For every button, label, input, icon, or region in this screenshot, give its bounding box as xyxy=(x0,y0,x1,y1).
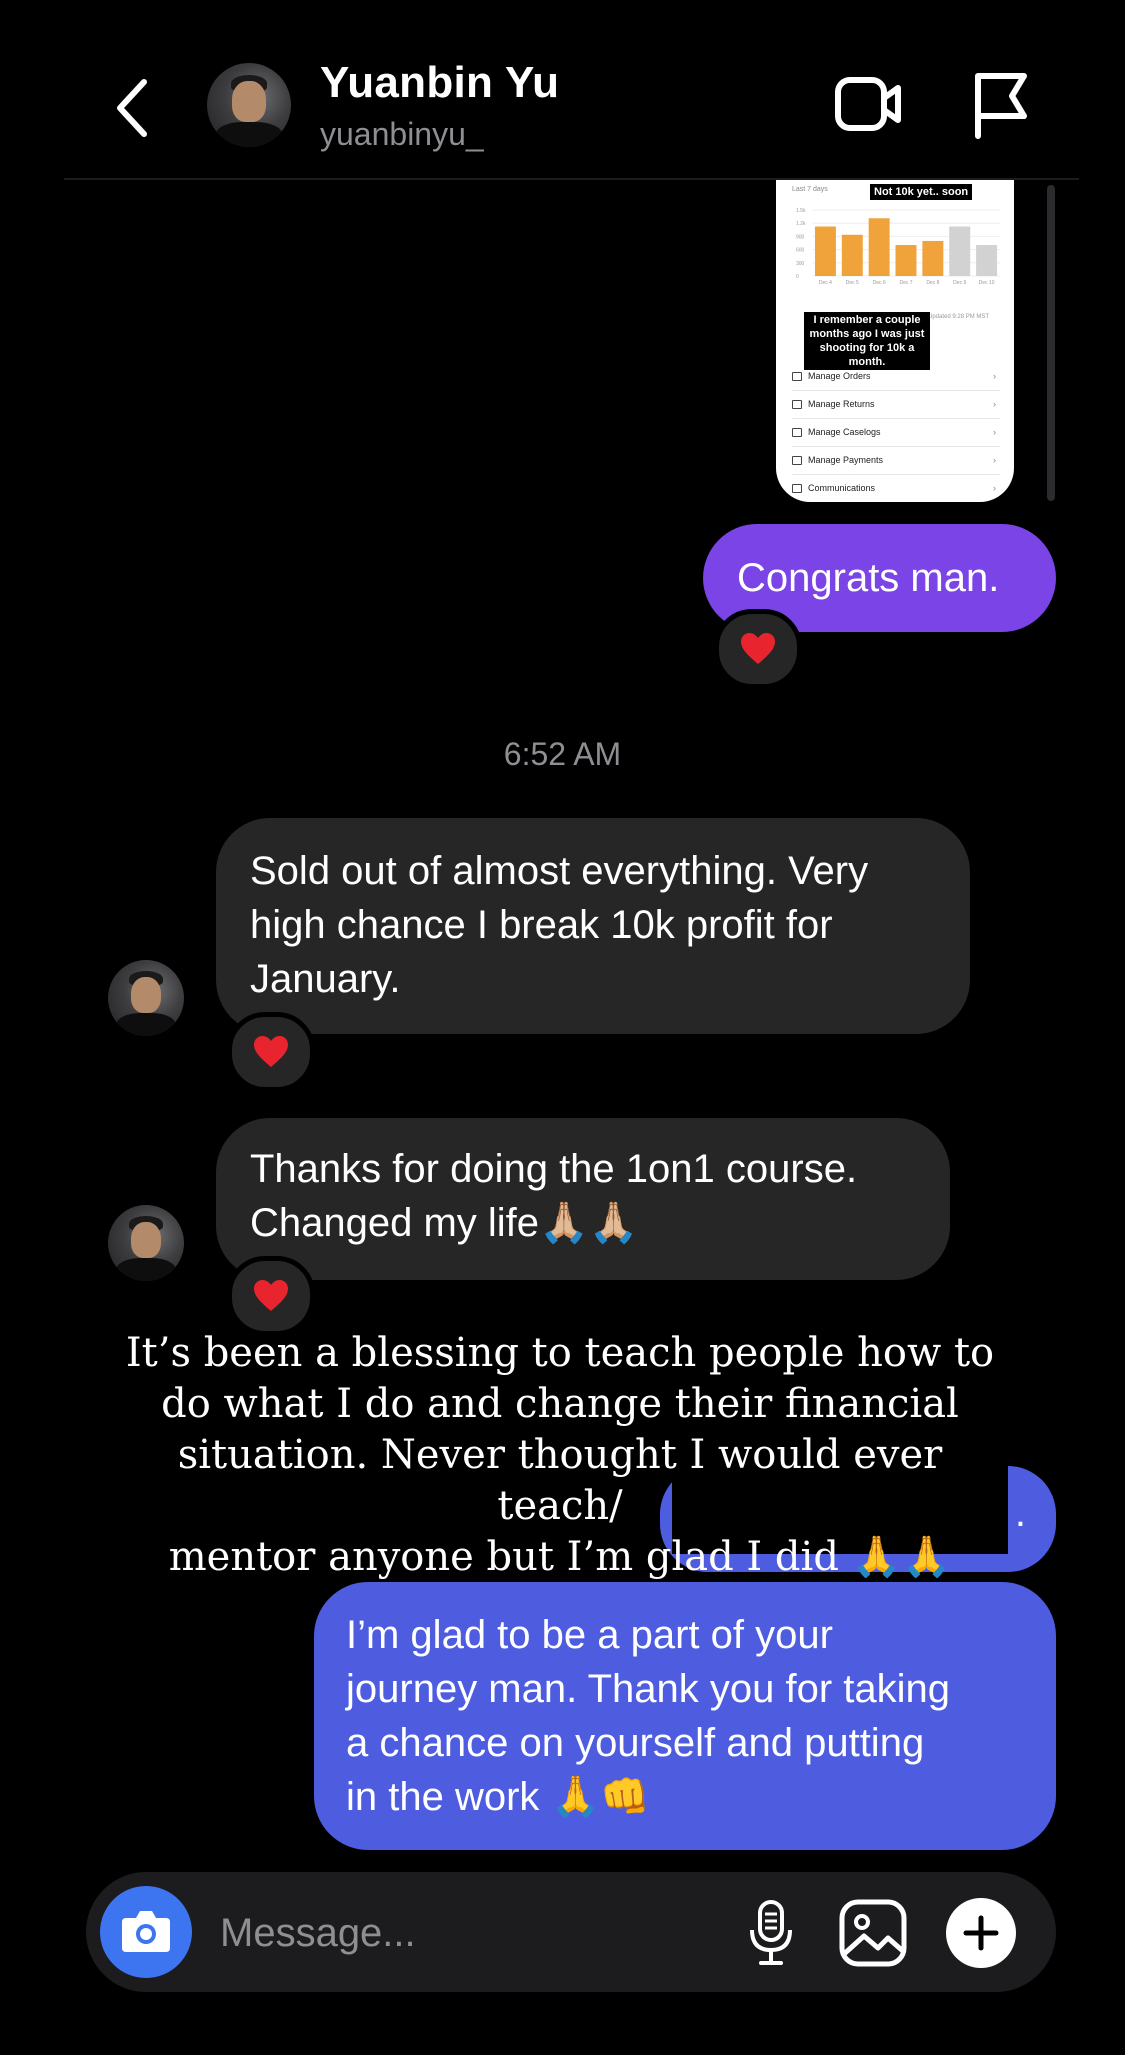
y-tick-label: 0 xyxy=(796,274,799,280)
x-tick-label: Dec 5 xyxy=(846,280,859,286)
outgoing-message-bubble[interactable]: I’m glad to be a part of your journey ma… xyxy=(314,1582,1056,1850)
message-line: Thanks for doing the 1on1 course. xyxy=(250,1147,858,1191)
menu-row: Manage Orders › xyxy=(792,362,1000,391)
chevron-right-icon: › xyxy=(993,399,996,409)
message-timestamp: 6:52 AM xyxy=(503,736,622,772)
chart-bar xyxy=(868,218,890,276)
camera-button[interactable] xyxy=(100,1886,192,1978)
menu-item-label: Communications xyxy=(808,483,876,493)
heart-icon xyxy=(741,633,775,664)
reaction-badge[interactable] xyxy=(227,1256,315,1336)
x-tick-label: Dec 6 xyxy=(873,280,886,286)
x-tick-label: Dec 4 xyxy=(819,280,832,286)
menu-item-icon xyxy=(792,456,802,466)
chevron-right-icon: › xyxy=(993,483,996,493)
caption-line: mentor anyone but I’m glad I did 🙏🙏 xyxy=(168,1534,952,1580)
gallery-icon xyxy=(839,1899,907,1967)
shared-story-image[interactable]: Last 7 days Not 10k yet.. soon 1.5k 1.2k 9… xyxy=(776,180,1014,502)
sender-avatar[interactable] xyxy=(108,960,184,1036)
back-button[interactable] xyxy=(108,68,168,148)
message-line: journey man. Thank you for taking xyxy=(346,1667,951,1711)
x-tick-label: Dec 10 xyxy=(979,280,995,286)
sender-avatar[interactable] xyxy=(108,1205,184,1281)
reaction-badge[interactable] xyxy=(227,1012,315,1092)
more-options-button[interactable] xyxy=(946,1898,1016,1968)
scroll-indicator[interactable] xyxy=(1047,185,1055,501)
caption-line: situation. Never thought I would ever te… xyxy=(177,1432,943,1529)
back-arrow-icon xyxy=(117,79,147,137)
menu-row: Manage Payments › xyxy=(792,446,1000,475)
message-line: a chance on yourself and putting xyxy=(346,1721,925,1765)
chart-range-label: Last 7 days xyxy=(792,186,828,193)
menu-item-icon xyxy=(792,484,802,494)
x-tick-label: Dec 8 xyxy=(926,280,939,286)
gallery-button[interactable] xyxy=(838,1898,908,1968)
chart-bar xyxy=(895,245,917,276)
microphone-icon xyxy=(750,1900,792,1965)
message-text: Congrats man. xyxy=(737,556,1000,600)
contact-handle[interactable]: yuanbinyu_ xyxy=(320,116,484,153)
contact-name[interactable]: Yuanbin Yu xyxy=(320,58,559,108)
menu-item-label: Manage Returns xyxy=(808,399,875,409)
heart-icon xyxy=(254,1036,288,1067)
chart-bar xyxy=(976,245,998,276)
chat-header: Yuanbin Yu yuanbinyu_ xyxy=(0,0,1125,180)
incoming-message-bubble[interactable]: Thanks for doing the 1on1 course. Change… xyxy=(216,1118,950,1280)
updated-label: Updated 9:28 PM MST xyxy=(928,314,990,320)
x-tick-label: Dec 9 xyxy=(953,280,966,286)
message-line: I’m glad to be a part of your xyxy=(346,1613,833,1657)
message-input[interactable] xyxy=(218,1900,702,1966)
flag-icon xyxy=(975,73,1027,139)
y-tick-label: 300 xyxy=(796,261,805,267)
message-line: January. xyxy=(250,957,401,1001)
chevron-right-icon: › xyxy=(993,371,996,381)
chart-bar xyxy=(949,226,971,276)
message-line: in the work 🙏👊 xyxy=(346,1775,651,1819)
menu-row: Communications › xyxy=(792,474,1000,502)
message-text: I’m glad to be a part of your journey ma… xyxy=(346,1608,950,1824)
message-line: high chance I break 10k profit for xyxy=(250,903,833,947)
y-tick-label: 1.2k xyxy=(796,221,806,227)
chevron-right-icon: › xyxy=(993,455,996,465)
message-text: Sold out of almost everything. Very high… xyxy=(250,844,868,1006)
story-caption: It’s been a blessing to teach people how… xyxy=(120,1328,1000,1583)
message-line: Changed my life🙏🏼🙏🏼 xyxy=(250,1201,639,1245)
caption-line: It’s been a blessing to teach people how… xyxy=(125,1330,995,1376)
message-text: Thanks for doing the 1on1 course. Change… xyxy=(250,1142,857,1250)
video-call-icon xyxy=(835,77,901,131)
menu-item-icon xyxy=(792,372,802,382)
message-text: . xyxy=(1014,1491,1026,1535)
plus-icon xyxy=(963,1915,999,1951)
caption-line: do what I do and change their financial xyxy=(161,1381,959,1427)
incoming-message-bubble[interactable]: Sold out of almost everything. Very high… xyxy=(216,818,970,1034)
menu-row: Manage Caselogs › xyxy=(792,418,1000,447)
menu-item-icon xyxy=(792,400,802,410)
menu-row: Manage Returns › xyxy=(792,390,1000,419)
menu-item-label: Manage Payments xyxy=(808,455,884,465)
chart-bar xyxy=(922,240,944,276)
menu-item-icon xyxy=(792,428,802,438)
heart-icon xyxy=(254,1280,288,1311)
message-line: Sold out of almost everything. Very xyxy=(250,849,869,893)
y-tick-label: 600 xyxy=(796,248,805,254)
y-tick-label: 1.5k xyxy=(796,208,806,214)
x-tick-label: Dec 7 xyxy=(899,280,912,286)
report-button[interactable] xyxy=(970,70,1030,140)
menu-item-label: Manage Caselogs xyxy=(808,427,881,437)
menu-item-label: Manage Orders xyxy=(808,371,871,381)
sales-bar-chart: 1.5k 1.2k 900 600 300 0 Dec 4 Dec 5 Dec 6 Dec 7 De… xyxy=(796,208,1000,286)
y-tick-label: 900 xyxy=(796,234,805,240)
chart-bar xyxy=(814,226,836,276)
contact-avatar[interactable] xyxy=(207,63,291,147)
camera-icon xyxy=(122,1911,170,1952)
story-sticker-top: Not 10k yet.. soon xyxy=(870,184,973,200)
chevron-right-icon: › xyxy=(993,427,996,437)
reaction-badge[interactable] xyxy=(714,609,802,689)
video-call-button[interactable] xyxy=(834,74,904,134)
chart-bar xyxy=(841,234,863,276)
voice-message-button[interactable] xyxy=(746,1898,796,1968)
